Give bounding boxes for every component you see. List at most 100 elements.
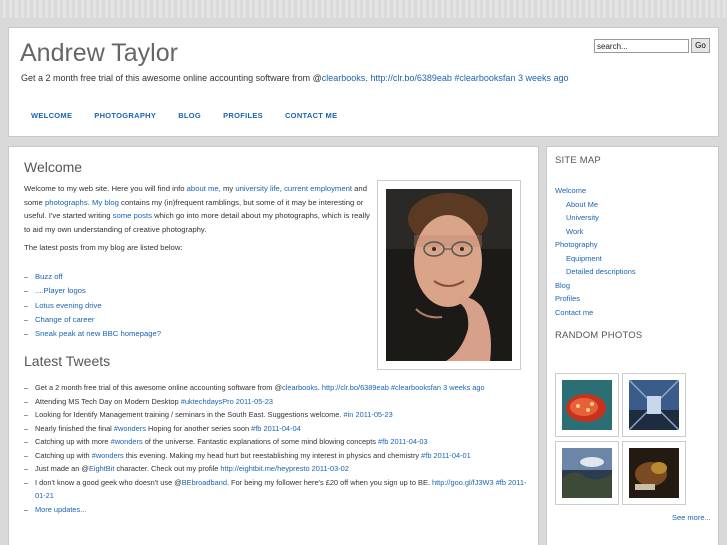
tweet-text: Hoping for another series soon bbox=[145, 423, 252, 433]
tagline-link-clearbooks[interactable]: clearbooks bbox=[322, 73, 366, 83]
link-about-me[interactable]: about me bbox=[187, 184, 219, 193]
tweet-link[interactable]: #wonders bbox=[92, 451, 124, 460]
photo-food-image bbox=[629, 448, 679, 498]
tweet-link[interactable]: #fb bbox=[421, 451, 431, 460]
link-current-employment[interactable]: current employment bbox=[284, 184, 352, 193]
post-link[interactable]: Buzz off bbox=[35, 272, 63, 281]
sitemap-link[interactable]: Contact me bbox=[555, 308, 593, 317]
post-link[interactable]: Sneak peak at new BBC homepage? bbox=[35, 329, 161, 338]
random-photo-thumb[interactable] bbox=[622, 441, 686, 505]
tweet-item: Looking for Identify Management training… bbox=[24, 408, 529, 422]
welcome-intro: Welcome to my web site. Here you will fi… bbox=[24, 184, 370, 234]
tweet-item: More updates... bbox=[24, 503, 529, 517]
sitemap-link[interactable]: Profiles bbox=[555, 294, 580, 303]
tweet-link[interactable]: EightBit bbox=[89, 464, 114, 473]
tagline-link-url[interactable]: http://clr.bo/6389eab bbox=[370, 73, 452, 83]
tweet-link[interactable]: 3 weeks ago bbox=[443, 383, 485, 392]
list-item: Change of career bbox=[24, 313, 161, 327]
sitemap-link[interactable]: Photography bbox=[555, 240, 598, 249]
tweet-item: I don't know a good geek who doesn't use… bbox=[24, 476, 529, 503]
sitemap-item: Photography bbox=[555, 238, 636, 252]
header-tagline: Get a 2 month free trial of this awesome… bbox=[21, 73, 569, 83]
see-more-link[interactable]: See more... bbox=[672, 513, 711, 522]
tweet-text: this evening. Making my head hurt but re… bbox=[123, 450, 422, 460]
tweet-link[interactable]: #fb bbox=[496, 478, 506, 487]
tweet-item: Get a 2 month free trial of this awesome… bbox=[24, 381, 529, 395]
tweet-link[interactable]: #wonders bbox=[114, 424, 146, 433]
random-photo-thumb[interactable] bbox=[622, 373, 686, 437]
sitemap-item: Work bbox=[555, 225, 636, 239]
random-photo-thumb[interactable] bbox=[555, 373, 619, 437]
tweet-text: Catching up with more bbox=[35, 437, 111, 446]
sitemap-item: Profiles bbox=[555, 292, 636, 306]
tweet-link[interactable]: #in bbox=[344, 410, 354, 419]
sitemap-item: Welcome bbox=[555, 184, 636, 198]
portrait-image bbox=[386, 189, 512, 361]
tweet-link[interactable]: #clearbooksfan bbox=[391, 383, 441, 392]
tagline-link-hashtag[interactable]: #clearbooksfan bbox=[454, 73, 515, 83]
sitemap-link[interactable]: Work bbox=[566, 227, 583, 236]
link-photographs[interactable]: photographs bbox=[45, 198, 88, 207]
tweet-text: Just made an @ bbox=[35, 464, 89, 473]
post-link[interactable]: Change of career bbox=[35, 315, 94, 324]
welcome-heading: Welcome bbox=[24, 159, 83, 175]
sitemap-item: Detailed descriptions bbox=[555, 265, 636, 279]
tweet-item: Catching up with more #wonders of the un… bbox=[24, 435, 529, 449]
tweet-item: Catching up with #wonders this evening. … bbox=[24, 449, 529, 463]
nav-blog[interactable]: BLOG bbox=[178, 111, 201, 120]
tweet-item: Nearly finished the final #wonders Hopin… bbox=[24, 422, 529, 436]
post-link[interactable]: Lotus evening drive bbox=[35, 301, 102, 310]
sitemap-link[interactable]: Blog bbox=[555, 281, 570, 290]
sitemap-link[interactable]: University bbox=[566, 213, 599, 222]
nav-photography[interactable]: PHOTOGRAPHY bbox=[94, 111, 156, 120]
post-link[interactable]: ....Player logos bbox=[35, 286, 86, 295]
random-photos-heading: RANDOM PHOTOS bbox=[555, 330, 643, 341]
link-some-posts[interactable]: some posts bbox=[113, 211, 152, 220]
tweet-link[interactable]: 2011-04-04 bbox=[263, 424, 300, 433]
tweets-list: Get a 2 month free trial of this awesome… bbox=[24, 381, 529, 516]
tweet-text: Looking for Identify Management training… bbox=[35, 410, 344, 419]
tweet-link[interactable]: #wonders bbox=[111, 437, 143, 446]
tweet-link[interactable]: clearbooks bbox=[282, 383, 318, 392]
sitemap-heading: SITE MAP bbox=[555, 155, 601, 166]
sitemap-item: Equipment bbox=[555, 252, 636, 266]
main-content: Welcome Welcome to my web site. Here you… bbox=[8, 146, 539, 545]
tweet-link[interactable]: #uktechdaysPro bbox=[181, 397, 234, 406]
tweet-text: of the universe. Fantastic explanations … bbox=[142, 437, 379, 446]
tweet-link[interactable]: More updates... bbox=[35, 505, 86, 514]
sitemap-link[interactable]: Equipment bbox=[566, 254, 602, 263]
search-input[interactable] bbox=[594, 39, 689, 53]
sitemap-link[interactable]: Detailed descriptions bbox=[566, 267, 636, 276]
tweet-link[interactable]: #fb bbox=[378, 437, 388, 446]
tweet-link[interactable]: http://clr.bo/6389eab bbox=[322, 383, 389, 392]
tagline-link-time[interactable]: 3 weeks ago bbox=[518, 73, 569, 83]
sitemap-item: University bbox=[555, 211, 636, 225]
link-university-life[interactable]: university life bbox=[235, 184, 279, 193]
nav-welcome[interactable]: WELCOME bbox=[31, 111, 72, 120]
sitemap-item: Contact me bbox=[555, 306, 636, 320]
sitemap-link[interactable]: Welcome bbox=[555, 186, 586, 195]
search-go-button[interactable]: Go bbox=[691, 38, 710, 53]
photo-tomato-image bbox=[562, 380, 612, 430]
sitemap-link[interactable]: About Me bbox=[566, 200, 598, 209]
tweet-link[interactable]: #fb bbox=[251, 424, 261, 433]
photo-architecture-image bbox=[628, 379, 680, 431]
nav-contact-me[interactable]: CONTACT ME bbox=[285, 111, 337, 120]
tweet-text: Get a 2 month free trial of this awesome… bbox=[35, 383, 282, 392]
random-photo-thumb[interactable] bbox=[555, 441, 619, 505]
latest-tweets-heading: Latest Tweets bbox=[24, 353, 111, 369]
tweet-link[interactable]: 2011-05-23 bbox=[236, 397, 273, 406]
tweet-link[interactable]: BEbroadband bbox=[182, 478, 227, 487]
tweet-link[interactable]: 2011-05-23 bbox=[355, 410, 392, 419]
list-item: ....Player logos bbox=[24, 284, 161, 298]
link-my-blog[interactable]: My blog bbox=[92, 198, 119, 207]
nav-profiles[interactable]: PROFILES bbox=[223, 111, 263, 120]
tweet-text: Attending MS Tech Day on Modern Desktop bbox=[35, 396, 181, 406]
tweet-link[interactable]: 2011-03-02 bbox=[312, 464, 349, 473]
tweet-link[interactable]: 2011-04-01 bbox=[434, 451, 471, 460]
profile-photo bbox=[377, 180, 521, 370]
list-item: Lotus evening drive bbox=[24, 299, 161, 313]
tweet-link[interactable]: 2011-04-03 bbox=[390, 437, 427, 446]
tweet-link[interactable]: http://goo.gl/fJ3W3 bbox=[432, 478, 494, 487]
tweet-link[interactable]: http://eightbit.me/heypresto bbox=[220, 464, 309, 473]
